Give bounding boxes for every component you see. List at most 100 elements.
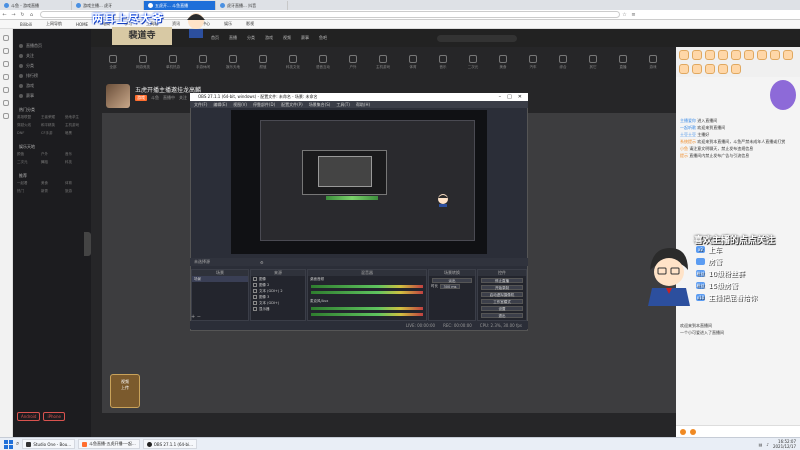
site-search-input[interactable] [437,34,517,42]
chat-username[interactable]: 提示 [680,153,688,158]
rail-chat-icon[interactable] [3,100,9,106]
reload-icon[interactable]: ↻ [18,12,27,18]
sidebar-category[interactable]: 穿越火线 [17,123,39,128]
gift-icon[interactable] [705,50,715,60]
stop-streaming-button[interactable]: 停止直播 [481,278,523,283]
obs-menu-item[interactable]: 文件(F) [194,102,207,108]
rail-settings-icon[interactable] [3,113,9,119]
chat-username[interactable]: 系统提示 [680,139,696,144]
gift-icon[interactable] [690,428,696,435]
category-item[interactable]: 美食 [491,54,515,70]
category-item[interactable]: 科技文化 [281,54,305,70]
category-item[interactable]: 体育 [401,54,425,70]
sidebar-category[interactable]: 音乐 [65,152,87,157]
obs-menu-item[interactable]: 工具(T) [336,102,350,108]
category-item[interactable]: 颜值 [251,54,275,70]
android-download-button[interactable]: Android [17,412,41,421]
browser-tab[interactable]: 游戏主播... 虎牙 [72,1,144,10]
sidebar-item[interactable]: 赛事 [13,91,91,101]
browser-tab[interactable]: 虎牙直播... 抖音 [216,1,288,10]
taskbar-app-button[interactable]: OBS 27.1.1 (64-bi... [142,439,197,449]
virtual-camera-button[interactable]: 启动虚拟摄像机 [481,292,523,297]
rail-download-icon[interactable] [3,61,9,67]
topnav-item[interactable]: 分类 [247,35,255,41]
sidebar-category[interactable]: 科技 [65,160,87,165]
sidebar-category[interactable]: 体育 [65,181,87,186]
obs-menu-item[interactable]: 停靠部件(D) [253,102,275,108]
iphone-download-button[interactable]: iPhone [43,412,65,421]
sidebar-item[interactable]: 排行榜 [13,71,91,81]
taskbar-app-button[interactable]: Studio One - Bou... [22,439,76,449]
topnav-item[interactable]: 首页 [211,35,219,41]
topnav-item[interactable]: 游戏 [265,35,273,41]
gift-icon[interactable] [679,50,689,60]
back-arrow-icon[interactable]: ← [0,12,9,18]
category-item[interactable]: 其它 [581,54,605,70]
duration-input[interactable]: 300 ms [440,283,460,289]
gift-icon[interactable] [718,50,728,60]
room-tag[interactable]: 游戏 [135,95,147,101]
sidebar-category[interactable]: 户外 [41,152,63,157]
obs-menu-item[interactable]: 场景集合(S) [309,102,331,108]
chat-username[interactable]: 主播爱你 [680,118,696,123]
bookmark-item[interactable]: HOME [76,22,88,27]
sidebar-collapse-handle[interactable] [84,232,91,256]
category-item[interactable]: 综合 [551,54,575,70]
menu-icon[interactable]: ≡ [629,12,638,18]
follow-link[interactable]: 关注 [179,95,187,101]
bookmark-item[interactable]: Bilibili [20,22,32,27]
sidebar-category[interactable]: 美食 [41,181,63,186]
sidebar-category[interactable]: 暗黑 [65,131,87,136]
category-item[interactable]: 全部 [101,54,125,70]
forward-arrow-icon[interactable]: → [9,12,18,18]
volume-icon[interactable]: ♪ [766,442,769,447]
gift-icon[interactable] [731,63,741,74]
obs-menu-item[interactable]: 帮助(H) [356,102,370,108]
topnav-item[interactable]: 鱼吧 [319,35,327,41]
home-icon[interactable]: ⌂ [27,12,36,18]
category-item[interactable]: 户外 [341,54,365,70]
category-item[interactable]: 直播 [611,54,635,70]
bookmark-item[interactable]: 影视 [246,21,254,27]
settings-button[interactable]: 设置 [481,306,523,311]
sidebar-item[interactable]: 分类 [13,61,91,71]
star-icon[interactable]: ☆ [620,12,629,18]
topnav-item[interactable]: 视频 [283,35,291,41]
sidebar-category[interactable]: 英雄联盟 [17,115,39,120]
rail-history-icon[interactable] [3,35,9,41]
emoji-icon[interactable] [680,428,686,435]
sidebar-category[interactable]: DNF [17,131,39,136]
network-icon[interactable]: ▤ [759,442,763,447]
add-icon[interactable]: + [191,314,195,320]
sidebar-category[interactable]: 颜值 [17,152,39,157]
bookmark-item[interactable]: 上网导航 [46,21,62,27]
gear-icon[interactable]: ⚙ [260,260,264,265]
gift-icon[interactable] [705,63,715,74]
close-icon[interactable]: ✕ [518,94,522,100]
remove-icon[interactable]: − [197,314,201,320]
sidebar-category[interactable]: 旅游 [65,189,87,194]
category-item[interactable]: 单机热游 [161,54,185,70]
sidebar-category[interactable]: 一起看 [17,181,39,186]
sidebar-category[interactable]: 新秀 [41,189,63,194]
obs-menu-item[interactable]: 编辑(E) [213,102,227,108]
sidebar-category[interactable]: CF手游 [41,131,63,136]
taskbar-app-button[interactable]: 斗鱼直播-五虎开播-一起... [78,439,140,449]
topnav-item[interactable]: 直播 [229,35,237,41]
category-item[interactable]: 网游竞技 [131,54,155,70]
chat-username[interactable]: 一起听歌 [680,125,696,130]
gift-icon[interactable] [744,50,754,60]
category-item[interactable]: 汽车 [521,54,545,70]
studio-mode-button[interactable]: 工作室模式 [481,299,523,304]
chat-username[interactable]: 小鱼 [680,146,688,151]
upload-video-badge[interactable]: 视频 上传 [110,374,140,408]
browser-tab-active[interactable]: 五虎开... 斗鱼直播 [144,1,216,10]
chat-input-bar[interactable] [676,425,800,437]
scene-item[interactable]: 场景 [192,276,248,282]
sidebar-item[interactable]: 直播首页 [13,41,91,51]
exit-button[interactable]: 退出 [481,313,523,318]
gift-icon[interactable] [783,50,793,60]
sidebar-category[interactable]: 绝地求生 [65,115,87,120]
sidebar-category[interactable]: 二次元 [17,160,39,165]
browser-tab[interactable]: 斗鱼 - 游戏直播 [0,1,72,10]
